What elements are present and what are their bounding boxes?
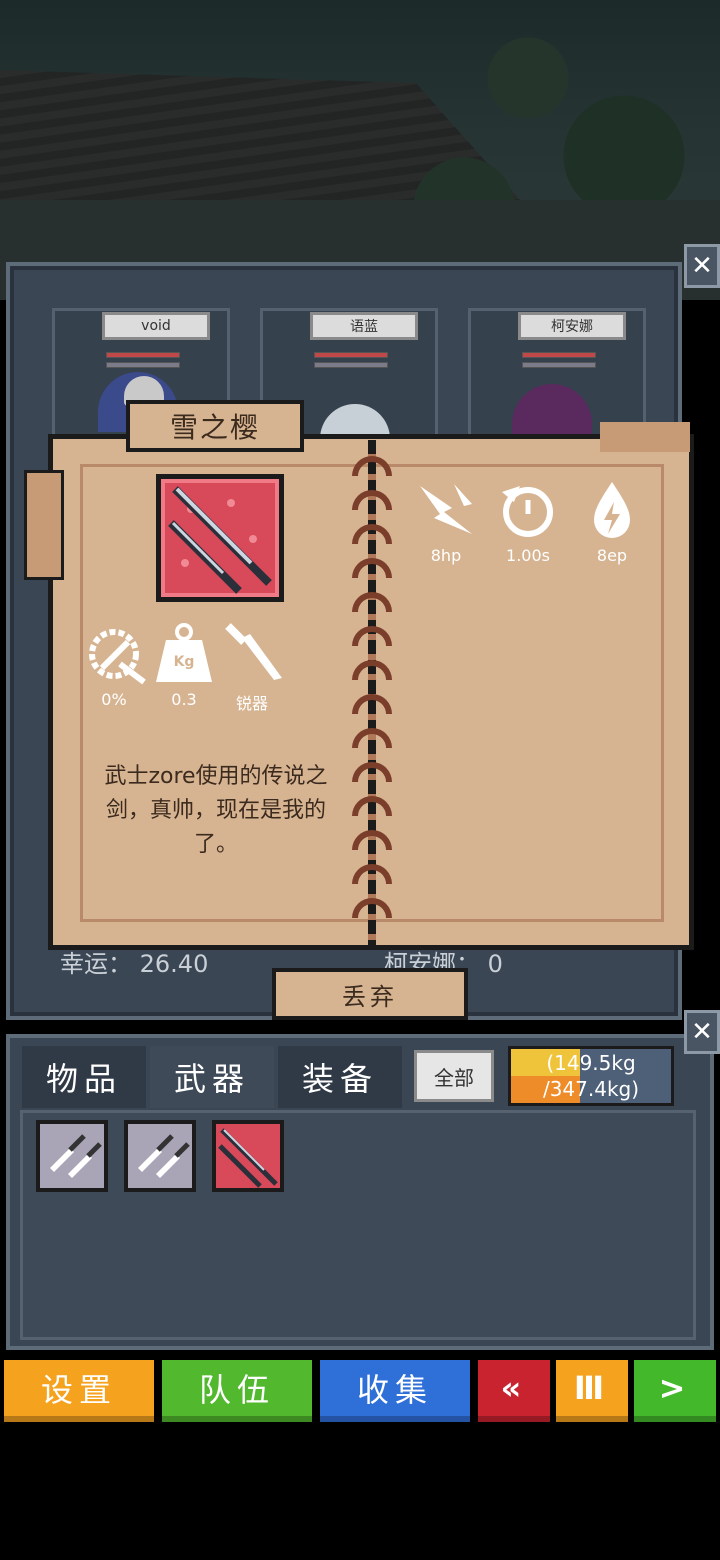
team-button[interactable]: 队伍 <box>162 1360 312 1422</box>
weight-max: /347.4kg) <box>542 1077 640 1101</box>
crit-value: 0% <box>101 690 127 709</box>
weight-current: (149.5kg <box>546 1051 636 1075</box>
weapon-icon <box>156 474 284 602</box>
settings-button[interactable]: 设置 <box>4 1360 154 1422</box>
inventory-item-kunai-2[interactable] <box>124 1120 196 1192</box>
carry-weight-meter: (149.5kg /347.4kg) <box>508 1046 674 1106</box>
item-title: 雪之樱 <box>126 400 304 452</box>
book-spine <box>352 440 392 948</box>
kunai-icon <box>138 1134 190 1178</box>
close-character-panel-button[interactable]: ✕ <box>684 244 720 288</box>
discard-button[interactable]: 丢弃 <box>272 968 468 1020</box>
filter-all-button[interactable]: 全部 <box>414 1050 494 1102</box>
pause-button[interactable]: Ⅲ <box>556 1360 628 1422</box>
book-edge-top <box>600 422 690 452</box>
inventory-item-snow-sakura[interactable] <box>212 1120 284 1192</box>
weight-icon: Kg <box>152 622 216 686</box>
book-edge-left <box>24 470 64 580</box>
type-value: 锐器 <box>235 694 268 713</box>
close-icon: ✕ <box>691 251 713 281</box>
play-button[interactable]: > <box>634 1360 716 1422</box>
inventory-grid <box>20 1110 696 1340</box>
party-hp-bar-1 <box>106 352 180 358</box>
energy-icon <box>580 478 644 542</box>
party-mp-bar-2 <box>314 362 388 368</box>
background-scene <box>0 0 720 300</box>
close-inventory-button[interactable]: ✕ <box>684 1010 720 1054</box>
katana-icon <box>218 1128 278 1188</box>
tab-items[interactable]: 物品 <box>22 1046 146 1108</box>
party-hp-bar-3 <box>522 352 596 358</box>
party-name-2: 语蓝 <box>310 312 418 340</box>
energy-value: 8ep <box>596 546 628 565</box>
attack-value: 8hp <box>430 546 462 565</box>
party-name-3: 柯安娜 <box>518 312 626 340</box>
close-icon: ✕ <box>691 1017 713 1047</box>
item-description: 武士zore使用的传说之剑，真帅，现在是我的了。 <box>104 764 328 857</box>
weight-icon-text: Kg <box>173 654 195 670</box>
rewind-button[interactable]: « <box>478 1360 550 1422</box>
party-mp-bar-3 <box>522 362 596 368</box>
tab-weapons[interactable]: 武器 <box>150 1046 274 1108</box>
blade-type-icon <box>220 620 284 684</box>
party-hp-bar-2 <box>314 352 388 358</box>
party-name-1: void <box>102 312 210 340</box>
tab-equipment[interactable]: 装备 <box>278 1046 402 1108</box>
crit-icon <box>84 624 148 688</box>
collect-button[interactable]: 收集 <box>320 1360 470 1422</box>
party-mp-bar-1 <box>106 362 180 368</box>
attack-icon <box>414 478 478 542</box>
kunai-icon <box>50 1134 102 1178</box>
cooldown-icon <box>496 478 560 542</box>
cooldown-value: 1.00s <box>506 546 550 565</box>
inventory-item-kunai-1[interactable] <box>36 1120 108 1192</box>
